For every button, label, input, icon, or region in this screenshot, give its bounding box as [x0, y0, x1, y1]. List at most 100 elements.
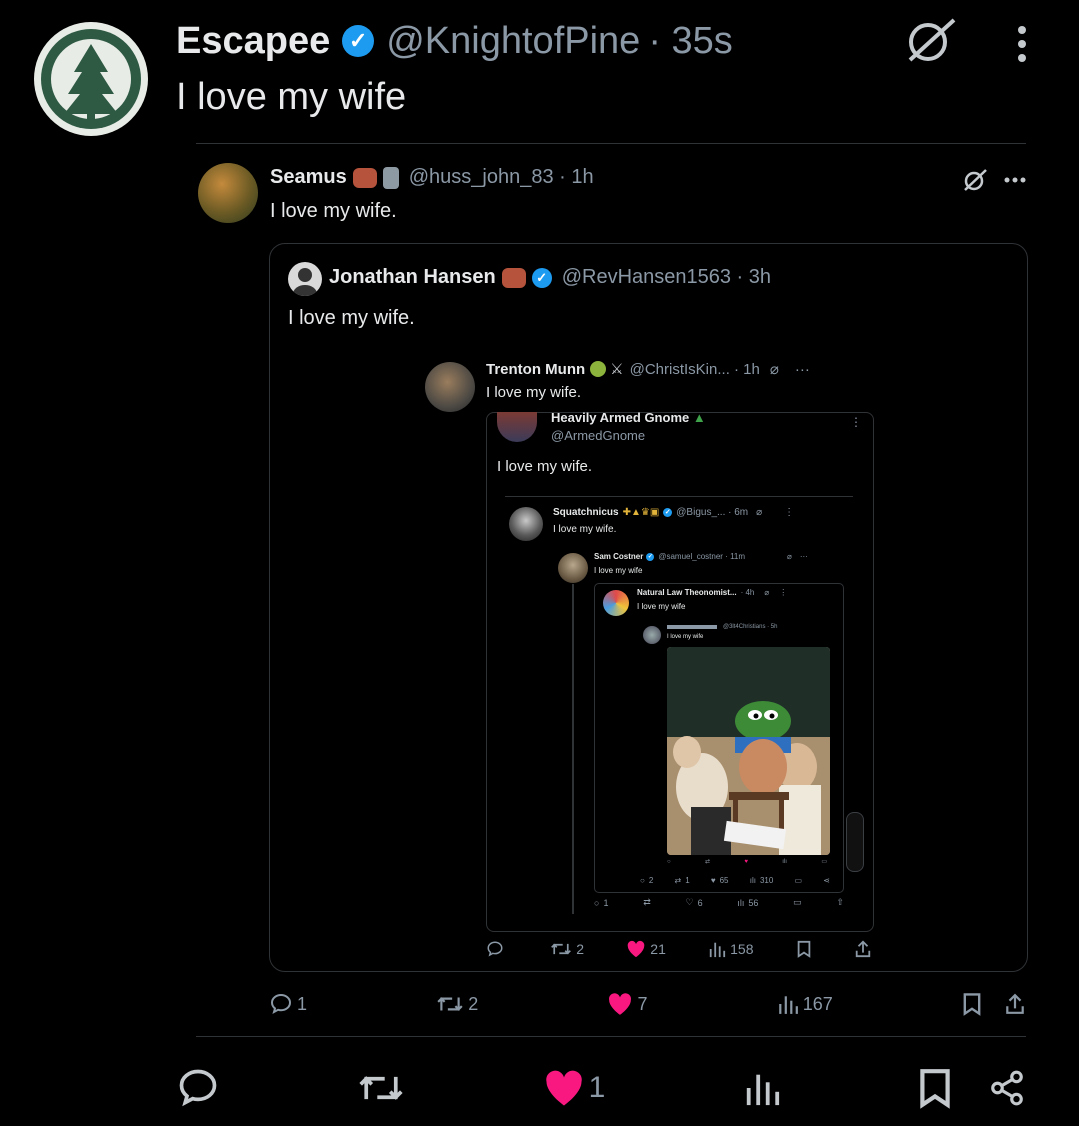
reply-button[interactable]: 1: [269, 992, 307, 1016]
share-button[interactable]: ⇧: [836, 897, 844, 908]
q2-avatar[interactable]: [288, 262, 322, 296]
views-button[interactable]: ılı 310: [750, 876, 774, 885]
repost-button[interactable]: 2: [436, 993, 478, 1015]
repost-button[interactable]: 2: [550, 940, 584, 958]
repost-icon: ⇄: [674, 876, 682, 885]
q3-grok-icon[interactable]: ⌀: [770, 360, 779, 378]
share-button[interactable]: [854, 940, 872, 958]
views-button[interactable]: 158: [708, 940, 753, 958]
scroll-handle[interactable]: [846, 812, 864, 872]
like-button[interactable]: ♡ 6: [686, 897, 703, 908]
views-icon: [778, 996, 798, 1014]
heart-icon: ♥: [710, 876, 716, 885]
bookmark-icon[interactable]: ▭: [821, 858, 827, 865]
q5-more-icon[interactable]: ⋮: [784, 507, 794, 518]
main-text: I love my wife: [176, 76, 407, 118]
bookmark-button[interactable]: ▭: [795, 876, 803, 885]
q6-more-icon[interactable]: ···: [800, 552, 808, 561]
q1-grok-icon[interactable]: [962, 168, 988, 192]
q6-handle-time[interactable]: @samuel_costner · 11m: [658, 552, 745, 561]
repost-icon: [359, 1076, 403, 1100]
q7-avatar[interactable]: [603, 590, 629, 616]
q3-handle-time[interactable]: @ChristIsKin... · 1h: [630, 361, 760, 378]
q8-avatar[interactable]: [643, 626, 661, 644]
q1-text: I love my wife.: [270, 200, 397, 222]
reply-button[interactable]: [486, 940, 508, 958]
share-icon[interactable]: [988, 1068, 1026, 1108]
like-button[interactable]: 1: [543, 1068, 605, 1108]
q8-actions-bar: ○ ⇄ ♥ ılı ▭: [667, 858, 827, 866]
repost-icon: ⇄: [643, 897, 651, 907]
grok-icon[interactable]: [904, 16, 956, 64]
bookmark-icon[interactable]: [918, 1067, 952, 1109]
q5-handle-time[interactable]: @Bigus_... · 6m: [676, 507, 748, 518]
views-button[interactable]: [743, 1068, 781, 1108]
reply-icon[interactable]: ○: [667, 859, 671, 865]
q8-handle-time[interactable]: @3lt4Christians · 5h: [723, 624, 777, 630]
like-button[interactable]: ♥ 65: [711, 876, 729, 885]
main-avatar[interactable]: [34, 22, 148, 136]
q3-avatar[interactable]: [425, 362, 475, 412]
q1-author-name[interactable]: Seamus: [270, 166, 347, 189]
q7-handle-time[interactable]: · 4h: [741, 588, 755, 597]
reply-button[interactable]: ○ 2: [640, 876, 653, 885]
like-count: 6: [697, 897, 703, 908]
repost-button[interactable]: ⇄: [643, 897, 651, 908]
like-button[interactable]: 7: [607, 992, 647, 1016]
share-icon[interactable]: [1004, 993, 1026, 1015]
like-button[interactable]: 21: [626, 940, 666, 958]
q7-more-icon[interactable]: ⋮: [779, 588, 787, 597]
reply-button[interactable]: ○ 1: [594, 898, 608, 908]
repost-count: 2: [576, 941, 585, 957]
more-icon[interactable]: [1016, 24, 1028, 64]
q2-handle-time[interactable]: @RevHansen1563 · 3h: [562, 266, 771, 289]
q1-handle-time[interactable]: @huss_john_83 · 1h: [409, 166, 594, 189]
heart-outline-icon: ♡: [685, 897, 694, 907]
q3-author-name[interactable]: Trenton Munn: [486, 361, 585, 378]
views-icon[interactable]: ılı: [782, 859, 787, 865]
q1-avatar[interactable]: [198, 163, 258, 223]
q7-author-name[interactable]: Natural Law Theonomist...: [637, 588, 737, 597]
q5-grok-icon[interactable]: ⌀: [756, 507, 762, 518]
q1-more-icon[interactable]: [1004, 177, 1026, 183]
like-count: 65: [719, 876, 729, 885]
main-author-handle[interactable]: @KnightofPine: [386, 20, 640, 63]
q4-more-icon[interactable]: ⋮: [850, 415, 862, 429]
main-author-name[interactable]: Escapee: [176, 20, 330, 63]
reply-icon: [487, 941, 503, 957]
main-header: Escapee ✓ @KnightofPine · 35s: [176, 18, 733, 64]
q6-author-name[interactable]: Sam Costner: [594, 552, 643, 561]
views-button[interactable]: 167: [777, 993, 833, 1015]
repost-icon: [437, 997, 463, 1011]
bookmark-icon[interactable]: [962, 992, 982, 1016]
q5-header: Squatchnicus ✚▲♛▣ ✓ @Bigus_... · 6m ⌀ ⋮: [553, 507, 794, 518]
q4-author-name-text: Heavily Armed Gnome: [551, 410, 690, 425]
views-count: 167: [802, 993, 833, 1014]
q4-handle[interactable]: @ArmedGnome: [551, 428, 645, 443]
q5-avatar[interactable]: [509, 507, 543, 541]
heart-icon[interactable]: ♥: [744, 859, 748, 865]
kiwi-emoji-icon: [590, 361, 607, 377]
q2-author-name[interactable]: Jonathan Hansen: [329, 266, 496, 289]
bookmark-icon: [797, 940, 811, 958]
bookmark-button[interactable]: [796, 940, 812, 958]
share-button[interactable]: ⋖: [823, 876, 830, 885]
q5-author-name[interactable]: Squatchnicus: [553, 507, 619, 518]
q6-grok-icon[interactable]: ⌀: [787, 552, 792, 561]
q6-text: I love my wife: [594, 566, 643, 575]
views-button[interactable]: ılı 56: [737, 898, 758, 908]
q3-more-icon[interactable]: ···: [795, 361, 810, 378]
repost-button[interactable]: ⇄ 1: [675, 876, 690, 885]
q8-author-name[interactable]: [667, 625, 717, 629]
pine-tree-logo-icon: [41, 29, 141, 129]
q4-author-name[interactable]: Heavily Armed Gnome ▲: [551, 410, 706, 425]
repost-icon[interactable]: ⇄: [705, 858, 710, 865]
bookmark-button[interactable]: ▭: [793, 897, 802, 908]
q7-grok-icon[interactable]: ⌀: [764, 588, 769, 597]
main-timestamp[interactable]: · 35s: [648, 20, 732, 63]
q6-avatar[interactable]: [558, 553, 588, 583]
repost-button[interactable]: [357, 1068, 405, 1108]
pepe-meme-image[interactable]: [667, 647, 830, 855]
reply-button[interactable]: [176, 1066, 220, 1110]
repost-count: 2: [468, 993, 479, 1014]
